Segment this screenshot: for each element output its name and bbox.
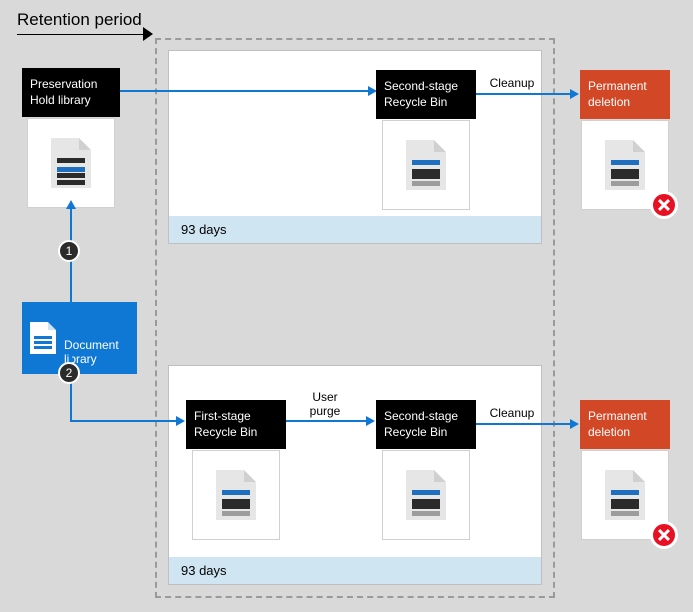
arrow-right-icon	[366, 416, 375, 426]
document-icon	[216, 470, 256, 520]
top-permanent-preview	[581, 120, 669, 210]
arrow-preservation-to-second	[120, 90, 370, 92]
arrow-bottom-cleanup	[476, 423, 572, 425]
delete-badge-icon	[650, 191, 678, 219]
first-stage-preview	[192, 450, 280, 540]
arrow-right-icon	[570, 89, 579, 99]
top-second-stage-node: Second-stage Recycle Bin	[376, 70, 476, 119]
document-icon	[406, 470, 446, 520]
arrow-doclib-to-firststage-h	[70, 420, 178, 422]
delete-badge-icon	[650, 521, 678, 549]
title-underline	[17, 34, 145, 35]
preservation-doc-preview	[27, 118, 115, 208]
diagram-title: Retention period	[17, 10, 142, 30]
title-arrow-icon	[143, 27, 153, 41]
document-library-node: Document library	[22, 302, 137, 374]
bottom-second-stage-node: Second-stage Recycle Bin	[376, 400, 476, 449]
first-stage-node: First-stage Recycle Bin	[186, 400, 286, 449]
arrow-top-cleanup	[476, 93, 572, 95]
document-icon	[51, 138, 91, 188]
library-icon	[30, 322, 56, 354]
user-purge-label: User purge	[300, 390, 350, 418]
bottom-permanent-preview	[581, 450, 669, 540]
bottom-cleanup-label: Cleanup	[482, 406, 542, 420]
top-panel-days: 93 days	[169, 216, 541, 243]
arrow-user-purge	[286, 420, 368, 422]
document-icon	[605, 470, 645, 520]
step-badge-1: 1	[58, 240, 80, 262]
preservation-hold-node: Preservation Hold library	[22, 68, 120, 117]
document-icon	[605, 140, 645, 190]
arrow-right-icon	[176, 416, 185, 426]
arrow-up-icon	[66, 200, 76, 209]
step-badge-2: 2	[58, 362, 80, 384]
top-second-stage-preview	[382, 120, 470, 210]
bottom-permanent-deletion-node: Permanent deletion	[580, 400, 670, 449]
top-permanent-deletion-node: Permanent deletion	[580, 70, 670, 119]
document-icon	[406, 140, 446, 190]
arrow-right-icon	[570, 419, 579, 429]
bottom-second-stage-preview	[382, 450, 470, 540]
bottom-panel-days: 93 days	[169, 557, 541, 584]
top-cleanup-label: Cleanup	[482, 76, 542, 90]
